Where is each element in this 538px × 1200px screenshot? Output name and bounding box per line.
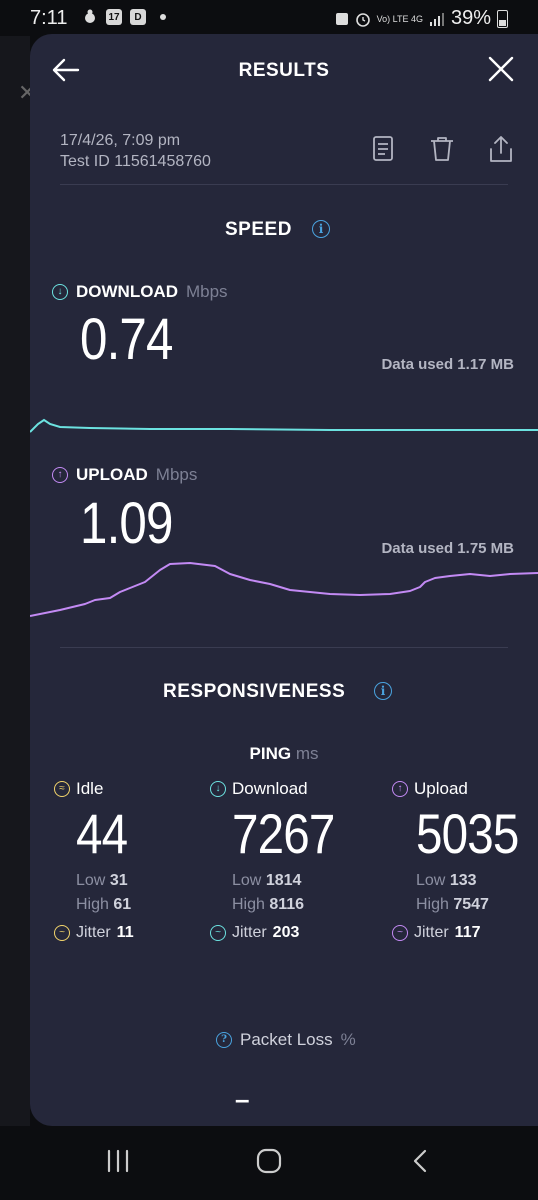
packet-loss-help-icon[interactable]: ? [216, 1032, 232, 1048]
upload-graph [30, 562, 538, 617]
ping-title: PING ms [30, 744, 538, 764]
upload-ping-label: Upload [414, 779, 468, 798]
background-app: ✕ [0, 36, 36, 1126]
close-button[interactable] [486, 54, 516, 84]
upload-high: High 7547 [416, 896, 489, 913]
signal-icon [429, 12, 444, 26]
idle-high: High 61 [76, 896, 132, 913]
upload-arrow-icon: ↑ [52, 467, 68, 483]
jitter-icon: ~ [210, 925, 226, 941]
upload-unit: Mbps [155, 465, 198, 484]
packet-loss-unit: % [340, 1030, 356, 1049]
share-icon[interactable] [488, 134, 514, 164]
download-ping-value: 7267 [232, 802, 335, 865]
back-nav-button[interactable] [410, 1148, 430, 1174]
ping-label: PING [249, 744, 292, 763]
idle-low: Low 31 [76, 872, 128, 889]
download-low: Low 1814 [232, 872, 302, 889]
idle-jitter: ~ Jitter 11 [54, 924, 136, 942]
download-label-text: DOWNLOAD [76, 282, 178, 301]
download-graph-line [30, 418, 538, 433]
idle-ping-value: 44 [76, 802, 128, 865]
home-button[interactable] [256, 1148, 282, 1174]
jitter-icon: ~ [392, 925, 408, 941]
upload-label: ↑ UPLOAD Mbps [52, 465, 197, 485]
speed-section-title: SPEED [225, 219, 292, 240]
download-data-used: Data used 1.17 MB [381, 356, 514, 373]
alarm-icon [355, 12, 370, 27]
page-title: RESULTS [238, 60, 330, 81]
navigation-bar [0, 1126, 538, 1200]
download-unit: Mbps [185, 282, 228, 301]
more-notifications-dot [160, 14, 166, 20]
download-ping-icon: ↓ [210, 781, 226, 797]
download-ping-label: Download [232, 779, 308, 798]
ping-download-column: ↓ Download 7267 Low 1814 High 8116 ~ Jitte… [210, 779, 353, 942]
idle-icon: ≈ [54, 781, 70, 797]
status-system-icons: Vo) LTE 4G 39% [335, 7, 508, 30]
packet-loss-label: ? Packet Loss % [216, 1030, 356, 1050]
app-icon: D [130, 9, 146, 25]
idle-label: Idle [76, 779, 104, 798]
recent-apps-button[interactable] [104, 1148, 132, 1174]
packet-loss-value: – [235, 1084, 250, 1114]
sync-icon [335, 12, 348, 25]
upload-speed-value: 1.09 [80, 491, 173, 556]
divider [60, 184, 508, 185]
battery-icon [497, 9, 508, 28]
divider [60, 647, 508, 648]
test-datetime: 17/4/26, 7:09 pm [60, 132, 181, 149]
upload-ping-value: 5035 [416, 802, 519, 865]
network-type: Vo) LTE 4G [376, 13, 423, 24]
delete-icon[interactable] [429, 134, 455, 164]
status-bar: 7:11 17 D Vo) LTE 4G 39% [0, 0, 538, 36]
upload-low: Low 133 [416, 872, 477, 889]
packet-loss-text: Packet Loss [240, 1030, 333, 1049]
download-graph [30, 418, 538, 433]
responsiveness-section-title: RESPONSIVENESS [163, 681, 346, 702]
download-jitter: ~ Jitter 203 [210, 924, 353, 942]
calendar-icon: 17 [106, 9, 122, 25]
upload-ping-icon: ↑ [392, 781, 408, 797]
battery-percent: 39% [450, 7, 491, 29]
test-id: Test ID 11561458760 [60, 153, 211, 170]
notes-icon[interactable] [371, 134, 397, 164]
jitter-icon: ~ [54, 925, 70, 941]
download-high: High 8116 [232, 896, 305, 913]
status-notification-icons: 17 D [82, 9, 166, 25]
speed-info-icon[interactable]: i [312, 220, 330, 238]
responsiveness-info-icon[interactable]: i [374, 682, 392, 700]
upload-label-text: UPLOAD [76, 465, 148, 484]
download-speed-value: 0.74 [80, 307, 173, 372]
download-arrow-icon: ↓ [52, 284, 68, 300]
notification-icon [85, 9, 95, 23]
ping-upload-column: ↑ Upload 5035 Low 133 High 7547 ~ Jitter 1… [392, 779, 537, 942]
status-time: 7:11 [30, 7, 68, 29]
ping-idle-column: ≈ Idle 44 Low 31 High 61 ~ Jitter 11 [54, 779, 136, 942]
download-label: ↓ DOWNLOAD Mbps [52, 282, 228, 302]
results-card: RESULTS 17/4/26, 7:09 pm Test ID 1156145… [30, 34, 538, 1126]
upload-jitter: ~ Jitter 117 [392, 924, 537, 942]
ping-unit: ms [295, 744, 319, 763]
upload-graph-line [30, 562, 538, 617]
test-meta: 17/4/26, 7:09 pm Test ID 11561458760 [60, 130, 211, 172]
